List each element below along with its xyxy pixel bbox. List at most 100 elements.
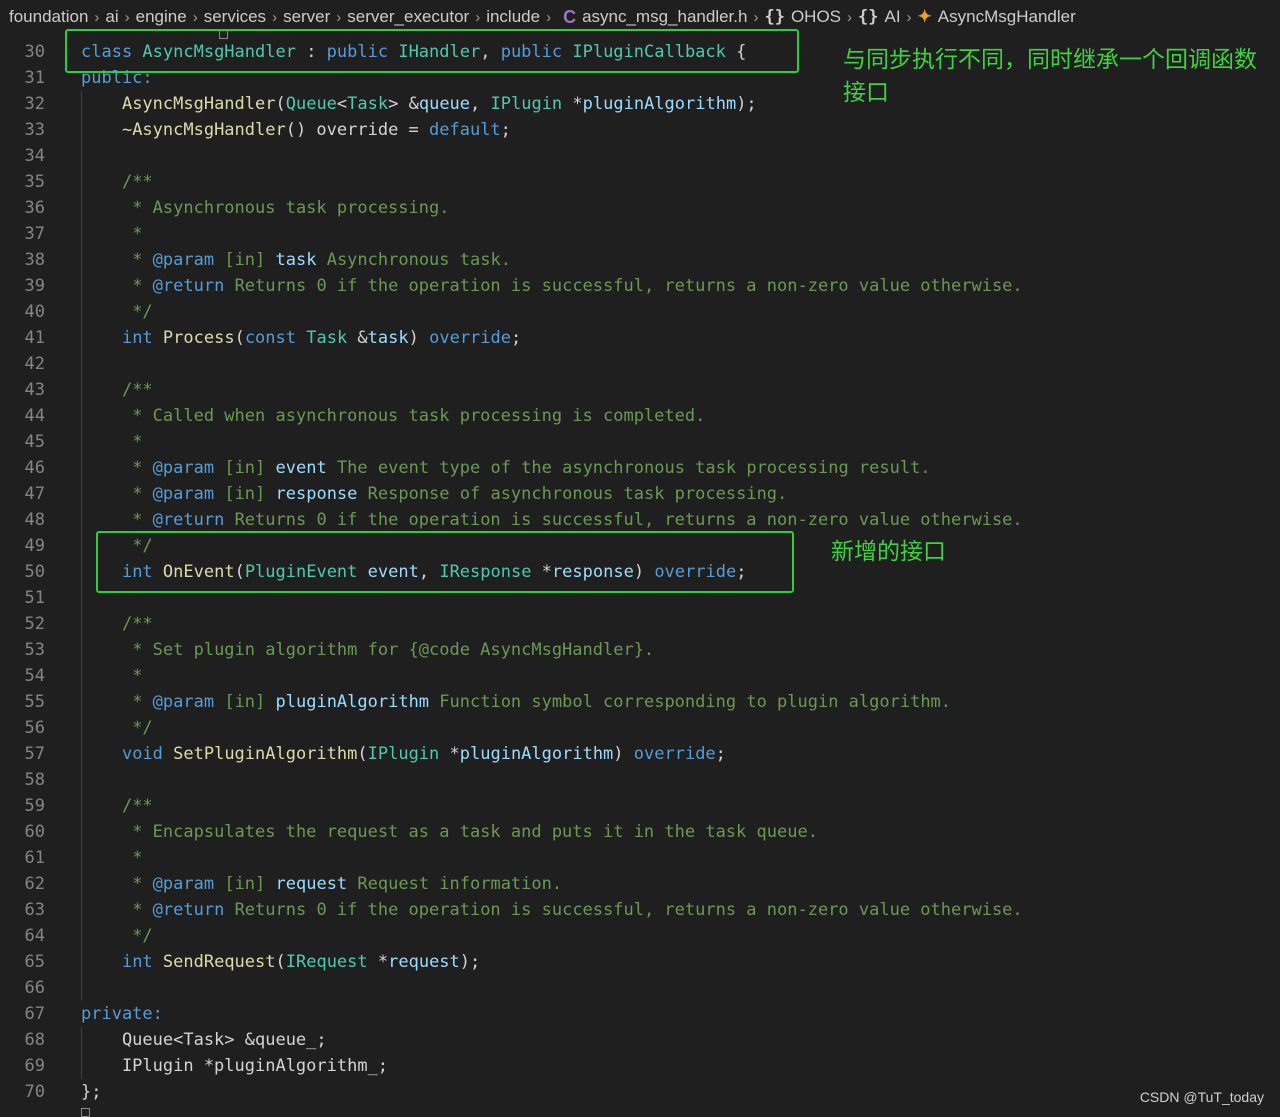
- class-declaration-highlight: [65, 29, 799, 73]
- code-text: */: [81, 715, 152, 741]
- code-token: [in]: [214, 484, 276, 504]
- code-line[interactable]: 43 /**: [0, 377, 1280, 403]
- code-token: IPlugin: [367, 744, 440, 764]
- code-token: @return: [152, 276, 225, 296]
- line-number: 36: [24, 198, 45, 218]
- breadcrumb-namespace[interactable]: {} OHOS: [764, 7, 841, 27]
- line-number: 64: [24, 926, 45, 946]
- code-line[interactable]: 35 /**: [0, 169, 1280, 195]
- code-line[interactable]: 59 /**: [0, 793, 1280, 819]
- breadcrumb-item[interactable]: server_executor: [347, 7, 469, 27]
- code-line[interactable]: 48 * @return Returns 0 if the operation …: [0, 507, 1280, 533]
- breadcrumb-item[interactable]: engine: [136, 7, 187, 27]
- breadcrumb-file-name: async_msg_handler.h: [582, 7, 748, 26]
- line-number: 66: [24, 978, 45, 998]
- code-token: @param: [152, 250, 215, 270]
- line-number: 39: [24, 276, 45, 296]
- code-text: *: [81, 221, 142, 247]
- code-line[interactable]: 37 *: [0, 221, 1280, 247]
- breadcrumb-item[interactable]: ai: [105, 7, 118, 27]
- code-token: [in]: [214, 458, 276, 478]
- code-line[interactable]: 40 */: [0, 299, 1280, 325]
- breadcrumb-class[interactable]: ✦ AsyncMsgHandler: [918, 7, 1076, 27]
- code-line[interactable]: 65 int SendRequest(IRequest *request);: [0, 949, 1280, 975]
- code-text: * @return Returns 0 if the operation is …: [81, 507, 1022, 533]
- code-token: *: [562, 94, 583, 114]
- code-token: queue: [418, 94, 471, 114]
- code-line[interactable]: 39 * @return Returns 0 if the operation …: [0, 273, 1280, 299]
- line-number: 40: [24, 302, 45, 322]
- code-line[interactable]: 55 * @param [in] pluginAlgorithm Functio…: [0, 689, 1280, 715]
- line-number: 35: [24, 172, 45, 192]
- breadcrumb-item[interactable]: include: [486, 7, 540, 27]
- code-token: override: [429, 328, 511, 348]
- code-token: response: [275, 484, 358, 504]
- line-number: 57: [24, 744, 45, 764]
- code-line[interactable]: 62 * @param [in] request Request informa…: [0, 871, 1280, 897]
- code-line[interactable]: 57 void SetPluginAlgorithm(IPlugin *plug…: [0, 741, 1280, 767]
- code-line[interactable]: 68 Queue<Task> &queue_;: [0, 1027, 1280, 1053]
- code-token: task: [275, 250, 317, 270]
- code-token: *: [121, 874, 153, 894]
- breadcrumb-item[interactable]: foundation: [9, 7, 88, 27]
- code-token: void: [121, 744, 174, 764]
- code-line[interactable]: 54 *: [0, 663, 1280, 689]
- breadcrumb-item[interactable]: server: [283, 7, 330, 27]
- code-text: *: [81, 429, 142, 455]
- code-line[interactable]: 38 * @param [in] task Asynchronous task.: [0, 247, 1280, 273]
- breadcrumb-item[interactable]: services: [204, 7, 266, 27]
- code-token: ;: [500, 120, 511, 140]
- chevron-right-icon: ›: [847, 8, 852, 26]
- chevron-right-icon: ›: [753, 8, 759, 26]
- code-line[interactable]: 41 int Process(const Task &task) overrid…: [0, 325, 1280, 351]
- breadcrumb-namespace[interactable]: {} AI: [858, 7, 901, 27]
- code-line[interactable]: 60 * Encapsulates the request as a task …: [0, 819, 1280, 845]
- code-token: event: [275, 458, 327, 478]
- onevent-highlight: [96, 531, 794, 593]
- code-line[interactable]: 69 IPlugin *pluginAlgorithm_;: [0, 1053, 1280, 1079]
- code-token: default: [429, 120, 501, 140]
- namespace-icon: {}: [764, 7, 785, 27]
- code-line[interactable]: 33 ~AsyncMsgHandler() override = default…: [0, 117, 1280, 143]
- code-text: int SendRequest(IRequest *request);: [81, 949, 480, 975]
- code-token: pluginAlgorithm: [459, 744, 614, 764]
- code-line[interactable]: 58: [0, 767, 1280, 793]
- code-line[interactable]: 36 * Asynchronous task processing.: [0, 195, 1280, 221]
- code-line[interactable]: 52 /**: [0, 611, 1280, 637]
- code-text: *: [81, 845, 142, 871]
- code-line[interactable]: 44 * Called when asynchronous task proce…: [0, 403, 1280, 429]
- code-line[interactable]: 42: [0, 351, 1280, 377]
- class-annotation-line1: 与同步执行不同，同时继承一个回调函数: [843, 47, 1257, 73]
- code-token: Queue<Task> &queue_;: [81, 1030, 327, 1050]
- chevron-right-icon: ›: [94, 8, 100, 26]
- line-number: 46: [24, 458, 45, 478]
- code-line[interactable]: 47 * @param [in] response Response of as…: [0, 481, 1280, 507]
- code-token: [in]: [214, 692, 276, 712]
- line-number: 69: [24, 1056, 45, 1076]
- class-annotation-line2: 接口: [843, 80, 889, 106]
- line-number: 54: [24, 666, 45, 686]
- code-token: IRequest: [285, 952, 368, 972]
- code-line[interactable]: 56 */: [0, 715, 1280, 741]
- code-line[interactable]: 61 *: [0, 845, 1280, 871]
- code-token: task: [367, 328, 409, 348]
- line-number: 51: [24, 588, 45, 608]
- code-line[interactable]: 63 * @return Returns 0 if the operation …: [0, 897, 1280, 923]
- code-line[interactable]: 70};: [0, 1079, 1280, 1105]
- code-line[interactable]: 34: [0, 143, 1280, 169]
- code-text: private:: [81, 1001, 163, 1027]
- code-line[interactable]: 46 * @param [in] event The event type of…: [0, 455, 1280, 481]
- code-line[interactable]: 67 private:: [0, 1001, 1280, 1027]
- code-line[interactable]: 45 *: [0, 429, 1280, 455]
- breadcrumb-file[interactable]: Casync_msg_handler.h: [557, 7, 747, 28]
- code-line[interactable]: 64 */: [0, 923, 1280, 949]
- code-line[interactable]: 66: [0, 975, 1280, 1001]
- code-token: *: [121, 900, 153, 920]
- code-line[interactable]: 53 * Set plugin algorithm for {@code Asy…: [0, 637, 1280, 663]
